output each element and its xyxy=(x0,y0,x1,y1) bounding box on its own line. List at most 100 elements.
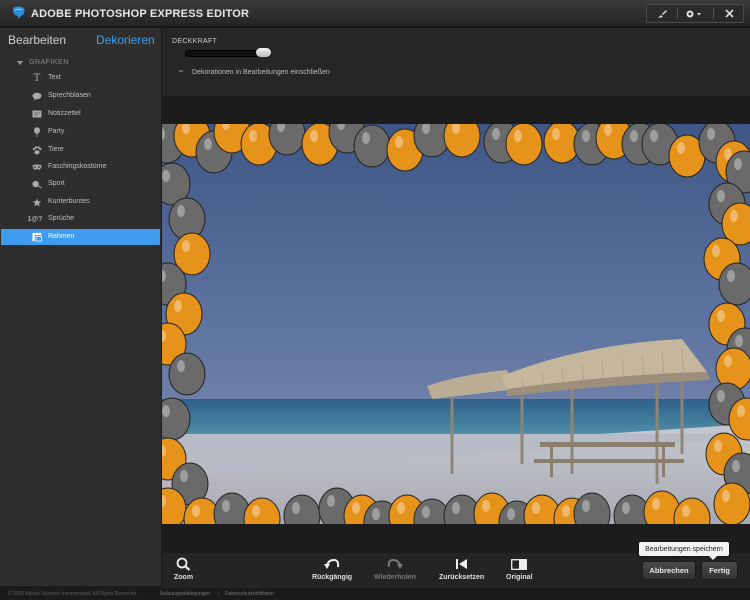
close-icon xyxy=(724,9,734,18)
balloon-highlight xyxy=(362,132,370,144)
redo-icon xyxy=(387,557,403,571)
sidebar-item-costumes[interactable]: Faschingskostüme xyxy=(0,159,161,175)
mask-icon xyxy=(32,162,42,172)
sidebar-item-party[interactable]: Party xyxy=(0,124,161,140)
done-button[interactable]: Fertig xyxy=(701,561,738,580)
balloon-highlight xyxy=(372,508,380,520)
include-checkbox-label: Dekorationen in Bearbeitungen einschließ… xyxy=(192,69,330,76)
sidebar-item-sport[interactable]: Sport xyxy=(0,176,161,192)
balloon-highlight xyxy=(292,502,300,514)
gear-icon xyxy=(686,10,701,17)
balloon-highlight xyxy=(249,130,257,142)
sidebar-item-quotes[interactable]: 1@? Sprüche xyxy=(0,211,161,227)
privacy-link[interactable]: Datenschutzrichtlinien xyxy=(225,591,274,597)
balloon-highlight xyxy=(682,505,690,517)
opacity-label: DECKKRAFT xyxy=(172,38,218,45)
options-panel: DECKKRAFT Dekorationen in Bearbeitungen … xyxy=(162,28,750,96)
original-button[interactable]: Original xyxy=(506,557,532,581)
sidebar-item-text[interactable]: T Text xyxy=(0,70,161,86)
magnifier-icon xyxy=(176,557,192,571)
balloon-highlight xyxy=(177,205,185,217)
balloon-highlight xyxy=(492,128,500,140)
footer-divider: | xyxy=(218,591,220,597)
balloon-highlight xyxy=(204,138,212,150)
undo-icon xyxy=(324,557,340,571)
balloon-graphic xyxy=(718,262,750,306)
include-checkbox[interactable] xyxy=(179,70,183,72)
balloon-highlight xyxy=(180,470,188,482)
balloon-highlight xyxy=(514,130,522,142)
reset-button[interactable]: Zurücksetzen xyxy=(439,557,484,581)
brush-button[interactable] xyxy=(651,5,673,22)
balloon-graphic xyxy=(713,482,750,524)
text-icon: T xyxy=(33,72,41,84)
balloon-highlight xyxy=(650,130,658,142)
balloon-highlight xyxy=(604,124,612,136)
undo-button[interactable]: Rückgängig xyxy=(312,557,352,581)
section-graphics[interactable]: GRAFIKEN xyxy=(17,59,69,66)
zoom-button[interactable]: Zoom xyxy=(174,557,193,581)
balloon-highlight xyxy=(252,505,260,517)
sidebar-item-label: Sport xyxy=(48,180,65,187)
balloon-highlight xyxy=(724,355,732,367)
balloon-highlight xyxy=(310,130,318,142)
beach-photo-image xyxy=(162,124,750,524)
balloon-highlight xyxy=(395,136,403,148)
terms-link[interactable]: Nutzungsbedingungen xyxy=(160,591,210,597)
redo-button[interactable]: Wiederholen xyxy=(374,557,416,581)
balloon-highlight xyxy=(735,335,743,347)
original-label: Original xyxy=(506,574,533,581)
misc-icon xyxy=(32,197,42,207)
balloon-highlight xyxy=(732,460,740,472)
toolbar-divider xyxy=(713,8,714,19)
frame-icon xyxy=(32,232,42,242)
balloon-highlight xyxy=(162,170,170,182)
balloon-highlight xyxy=(397,502,405,514)
balloon-highlight xyxy=(452,502,460,514)
balloon-highlight xyxy=(677,142,685,154)
balloon-highlight xyxy=(482,500,490,512)
balloon-highlight xyxy=(717,390,725,402)
tab-edit[interactable]: Bearbeiten xyxy=(8,33,66,47)
sidebar-item-label: Notizzettel xyxy=(48,110,81,117)
sidebar-item-notes[interactable]: Notizzettel xyxy=(0,106,161,122)
reset-label: Zurücksetzen xyxy=(439,574,485,581)
expand-triangle-icon xyxy=(17,60,23,65)
balloon-highlight xyxy=(327,495,335,507)
balloon-highlight xyxy=(182,240,190,252)
balloon-highlight xyxy=(582,130,590,142)
sidebar-item-misc[interactable]: Kunterbuntes xyxy=(0,194,161,210)
balloon-highlight xyxy=(722,490,730,502)
photo-canvas[interactable] xyxy=(162,124,750,524)
balloon-highlight xyxy=(192,505,200,517)
cancel-button[interactable]: Abbrechen xyxy=(642,561,696,580)
sidebar-item-label: Faschingskostüme xyxy=(48,163,107,170)
settings-button[interactable] xyxy=(681,5,707,22)
balloon-highlight xyxy=(222,500,230,512)
close-button[interactable] xyxy=(719,5,739,22)
redo-label: Wiederholen xyxy=(374,574,416,581)
sidebar-item-frames[interactable]: Rahmen xyxy=(1,229,160,245)
sidebar-item-label: Party xyxy=(48,128,65,135)
balloon-highlight xyxy=(717,310,725,322)
toolbar-divider xyxy=(677,8,678,19)
sidebar-item-label: Text xyxy=(48,74,61,81)
balloon-highlight xyxy=(622,502,630,514)
balloon-highlight xyxy=(730,210,738,222)
opacity-slider-thumb[interactable] xyxy=(256,48,271,57)
balloon-graphic xyxy=(353,124,391,168)
balloon-highlight xyxy=(727,270,735,282)
balloon-highlight xyxy=(162,405,170,417)
tab-decorate[interactable]: Dekorieren xyxy=(96,33,155,47)
balloon-highlight xyxy=(707,128,715,140)
canvas-area xyxy=(162,96,750,553)
balloon-highlight xyxy=(737,405,745,417)
balloon-highlight xyxy=(712,245,720,257)
paw-icon xyxy=(32,145,42,155)
balloon-highlight xyxy=(582,500,590,512)
balloon-highlight xyxy=(562,505,570,517)
sidebar-item-animals[interactable]: Tiere xyxy=(0,142,161,158)
sport-icon xyxy=(32,179,42,189)
balloon-graphic xyxy=(505,124,543,166)
sidebar-item-speech-bubbles[interactable]: Sprechblasen xyxy=(0,88,161,104)
